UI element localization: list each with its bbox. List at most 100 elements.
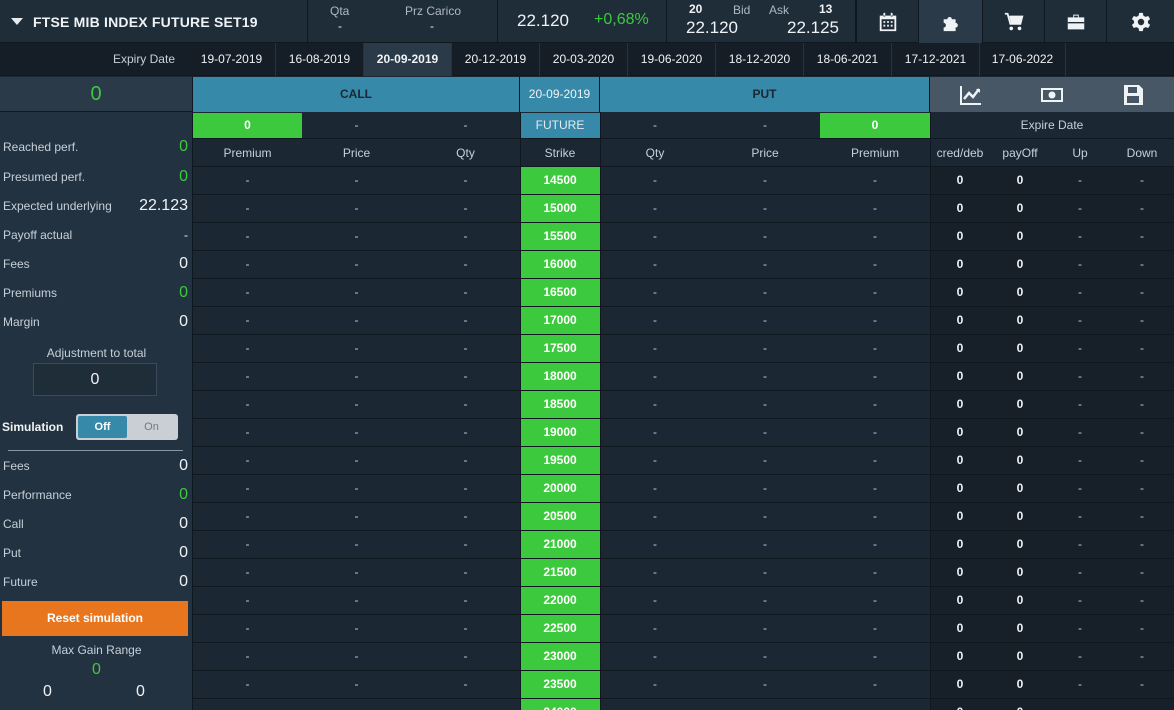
call-price-cell[interactable]: - — [302, 195, 411, 222]
call-premium-cell[interactable]: - — [193, 335, 302, 362]
put-premium-cell[interactable]: - — [820, 699, 930, 710]
expiry-tab-17-12-2021[interactable]: 17-12-2021 — [892, 43, 980, 76]
call-premium-cell[interactable]: - — [193, 167, 302, 194]
call-price-cell[interactable]: - — [302, 279, 411, 306]
call-premium-cell[interactable]: - — [193, 363, 302, 390]
put-premium-cell[interactable]: - — [820, 279, 930, 306]
put-premium-cell[interactable]: - — [820, 475, 930, 502]
call-price-cell[interactable]: - — [302, 587, 411, 614]
call-price-cell[interactable]: - — [302, 475, 411, 502]
expiry-tab-16-08-2019[interactable]: 16-08-2019 — [276, 43, 364, 76]
call-premium-cell[interactable]: - — [193, 671, 302, 698]
put-qty-cell[interactable]: - — [600, 195, 710, 222]
strategy-button[interactable] — [918, 0, 982, 43]
call-premium-cell[interactable]: - — [193, 307, 302, 334]
put-premium-cell[interactable]: - — [820, 251, 930, 278]
put-price-cell[interactable]: - — [710, 475, 820, 502]
money-button[interactable] — [1011, 77, 1092, 112]
adjustment-input[interactable]: 0 — [33, 363, 157, 396]
call-qty-cell[interactable]: - — [411, 559, 520, 586]
call-price-cell[interactable]: - — [302, 251, 411, 278]
toggle-on-option[interactable]: On — [127, 416, 176, 438]
put-qty-cell[interactable]: - — [600, 559, 710, 586]
put-premium-cell[interactable]: - — [820, 503, 930, 530]
expiry-tab-18-06-2021[interactable]: 18-06-2021 — [804, 43, 892, 76]
cart-button[interactable] — [982, 0, 1044, 43]
call-price-cell[interactable]: - — [302, 503, 411, 530]
put-qty-cell[interactable]: - — [600, 391, 710, 418]
call-qty-cell[interactable]: - — [411, 391, 520, 418]
call-premium-cell[interactable]: - — [193, 503, 302, 530]
put-qty-cell[interactable]: - — [600, 223, 710, 250]
put-qty-cell[interactable]: - — [600, 671, 710, 698]
call-premium-cell[interactable]: - — [193, 643, 302, 670]
put-price-cell[interactable]: - — [710, 447, 820, 474]
call-price-cell[interactable]: - — [302, 643, 411, 670]
call-premium-cell[interactable]: - — [193, 223, 302, 250]
call-premium-cell[interactable]: - — [193, 279, 302, 306]
put-price-cell[interactable]: - — [710, 391, 820, 418]
put-premium-cell[interactable]: - — [820, 671, 930, 698]
calendar-button[interactable] — [856, 0, 918, 43]
call-price-cell[interactable]: - — [302, 167, 411, 194]
put-price-cell[interactable]: - — [710, 531, 820, 558]
call-price-cell[interactable]: - — [302, 447, 411, 474]
toggle-off-option[interactable]: Off — [78, 416, 127, 438]
chart-button[interactable] — [930, 77, 1011, 112]
call-qty-cell[interactable]: - — [411, 363, 520, 390]
call-price-cell[interactable]: - — [302, 363, 411, 390]
call-price-cell[interactable]: - — [302, 531, 411, 558]
call-premium-cell[interactable]: - — [193, 559, 302, 586]
call-price-cell[interactable]: - — [302, 391, 411, 418]
put-qty-cell[interactable]: - — [600, 475, 710, 502]
call-premium-cell[interactable]: - — [193, 419, 302, 446]
put-premium-cell[interactable]: - — [820, 615, 930, 642]
put-price-cell[interactable]: - — [710, 195, 820, 222]
put-price-cell[interactable]: - — [710, 307, 820, 334]
call-premium-cell[interactable]: - — [193, 587, 302, 614]
reset-simulation-button[interactable]: Reset simulation — [2, 601, 188, 636]
instrument-selector[interactable]: FTSE MIB INDEX FUTURE SET19 — [0, 0, 308, 43]
call-price-cell[interactable]: - — [302, 699, 411, 710]
put-price-cell[interactable]: - — [710, 335, 820, 362]
put-qty-cell[interactable]: - — [600, 363, 710, 390]
call-qty-cell[interactable]: - — [411, 195, 520, 222]
put-qty-cell[interactable]: - — [600, 615, 710, 642]
call-premium-cell[interactable]: - — [193, 699, 302, 710]
call-qty-cell[interactable]: - — [411, 699, 520, 710]
call-premium-cell[interactable]: - — [193, 447, 302, 474]
call-price-cell[interactable]: - — [302, 223, 411, 250]
call-qty-cell[interactable]: - — [411, 335, 520, 362]
call-qty-cell[interactable]: - — [411, 671, 520, 698]
put-price-cell[interactable]: - — [710, 223, 820, 250]
put-price-cell[interactable]: - — [710, 643, 820, 670]
put-qty-cell[interactable]: - — [600, 167, 710, 194]
expiry-tab-20-09-2019[interactable]: 20-09-2019 — [364, 43, 452, 76]
call-qty-cell[interactable]: - — [411, 307, 520, 334]
put-premium-cell[interactable]: - — [820, 223, 930, 250]
call-qty-cell[interactable]: - — [411, 447, 520, 474]
put-price-cell[interactable]: - — [710, 671, 820, 698]
put-qty-cell[interactable]: - — [600, 531, 710, 558]
put-premium-cell[interactable]: - — [820, 447, 930, 474]
call-price-cell[interactable]: - — [302, 671, 411, 698]
put-price-cell[interactable]: - — [710, 363, 820, 390]
put-premium-cell[interactable]: - — [820, 307, 930, 334]
put-qty-cell[interactable]: - — [600, 503, 710, 530]
put-price-cell[interactable]: - — [710, 419, 820, 446]
put-price-cell[interactable]: - — [710, 279, 820, 306]
call-premium-cell[interactable]: - — [193, 251, 302, 278]
call-qty-cell[interactable]: - — [411, 279, 520, 306]
expiry-tab-20-12-2019[interactable]: 20-12-2019 — [452, 43, 540, 76]
put-qty-cell[interactable]: - — [600, 251, 710, 278]
expiry-tab-19-06-2020[interactable]: 19-06-2020 — [628, 43, 716, 76]
put-premium-cell[interactable]: - — [820, 335, 930, 362]
put-premium-cell[interactable]: - — [820, 167, 930, 194]
put-premium-cell[interactable]: - — [820, 363, 930, 390]
expiry-tab-18-12-2020[interactable]: 18-12-2020 — [716, 43, 804, 76]
put-premium-cell[interactable]: - — [820, 587, 930, 614]
call-price-cell[interactable]: - — [302, 419, 411, 446]
put-premium-cell[interactable]: - — [820, 531, 930, 558]
expiry-tab-19-07-2019[interactable]: 19-07-2019 — [188, 43, 276, 76]
settings-button[interactable] — [1106, 0, 1174, 43]
